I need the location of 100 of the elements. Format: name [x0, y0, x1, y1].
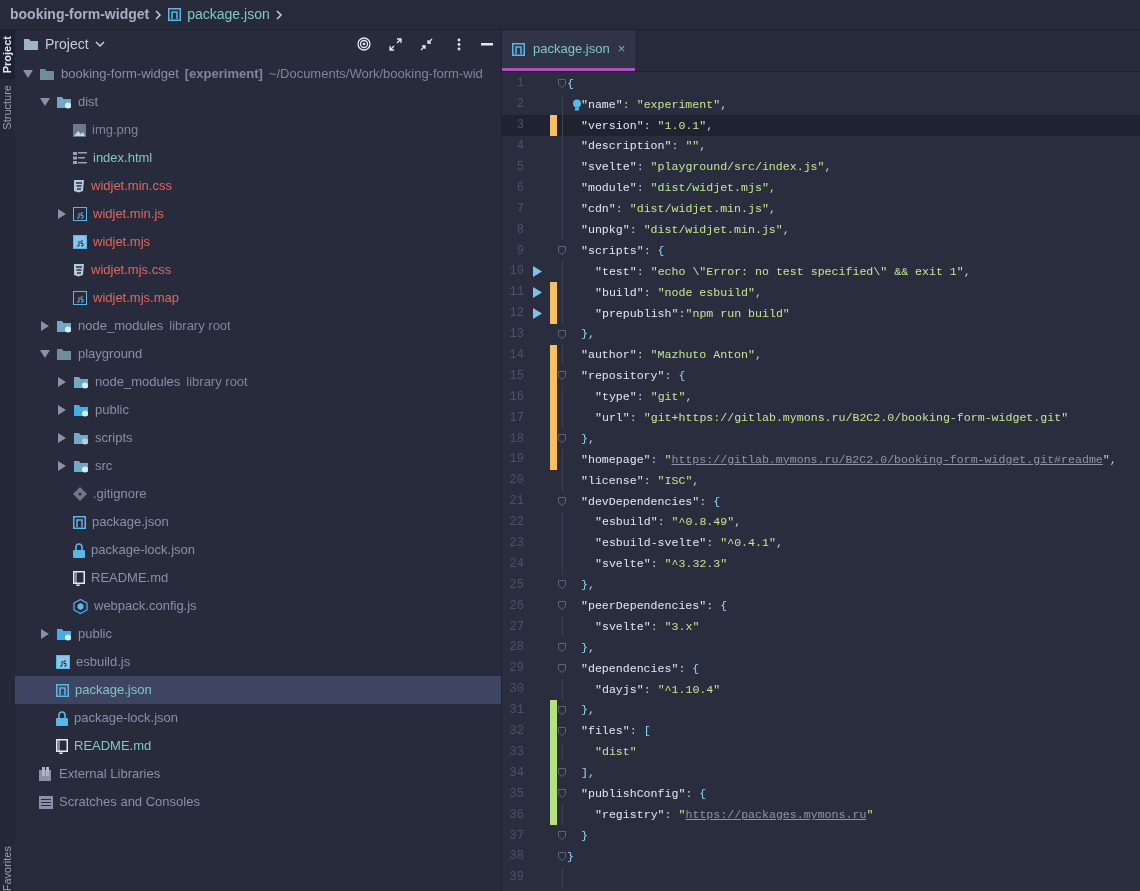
- fold-icon[interactable]: [558, 643, 566, 652]
- minimize-icon[interactable]: [481, 42, 493, 46]
- expand-arrow-icon[interactable]: [40, 321, 50, 331]
- tree-item[interactable]: booking-form-widget [experiment] ~/Documents/Work/booking-form-wid: [15, 60, 501, 88]
- code-line: "esbuild-svelte": "^0.4.1",: [595, 535, 783, 552]
- tree-item[interactable]: esbuild.js: [15, 648, 501, 676]
- file-name: package.json: [92, 513, 169, 532]
- tree-item[interactable]: img.png: [15, 116, 501, 144]
- side-tab[interactable]: Structure: [0, 79, 15, 136]
- tree-item[interactable]: External Libraries: [15, 760, 501, 788]
- tree-item[interactable]: src: [15, 452, 501, 480]
- tree-item[interactable]: webpack.config.js: [15, 592, 501, 620]
- run-icon[interactable]: [532, 286, 542, 298]
- expand-icon[interactable]: [389, 37, 402, 51]
- tree-item[interactable]: package.json: [15, 676, 501, 704]
- expand-arrow-icon[interactable]: [40, 349, 50, 359]
- list-icon: [39, 795, 53, 809]
- folder-icon: [39, 67, 55, 81]
- fold-icon[interactable]: [558, 329, 566, 339]
- expand-arrow-icon[interactable]: [57, 405, 67, 415]
- editor-tab[interactable]: package.json ×: [502, 30, 636, 71]
- tree-item[interactable]: widjet.mjs.map: [15, 284, 501, 312]
- code-line: "url": "git+https://gitlab.mymons.ru/B2C2.0/booking-form-widget.git": [595, 410, 1069, 426]
- tree-item[interactable]: scripts: [15, 424, 501, 452]
- expand-arrow-icon[interactable]: [57, 461, 67, 471]
- tree-item[interactable]: package.json: [15, 508, 501, 536]
- close-button[interactable]: ×: [617, 39, 626, 59]
- file-name: widjet.min.js: [93, 205, 164, 224]
- fold-icon[interactable]: [558, 246, 566, 256]
- code-line: },: [581, 639, 595, 656]
- tree-item[interactable]: node_modules library root: [15, 312, 501, 340]
- tree-item[interactable]: README.md: [15, 732, 501, 760]
- tree-item[interactable]: README.md: [15, 564, 501, 592]
- fold-icon[interactable]: [558, 768, 566, 778]
- chevron-right-icon: [155, 9, 163, 20]
- chevron-right-icon: [275, 9, 283, 20]
- expand-arrow-icon[interactable]: [23, 69, 33, 79]
- code-line: "unpkg": "dist/widjet.min.js",: [581, 222, 790, 238]
- code-line: {: [567, 75, 574, 92]
- fold-icon[interactable]: [558, 789, 566, 799]
- file-name: node_modules: [78, 317, 164, 336]
- fold-icon[interactable]: [558, 496, 566, 506]
- target-icon[interactable]: [357, 37, 371, 51]
- tree-item[interactable]: package-lock.json: [15, 704, 501, 732]
- expand-arrow-icon[interactable]: [57, 377, 67, 387]
- panel-title[interactable]: Project: [45, 33, 89, 55]
- tree-item[interactable]: .gitignore: [15, 480, 501, 508]
- package-icon: [512, 42, 525, 56]
- tree-item[interactable]: dist: [15, 88, 501, 116]
- folder-icon: [73, 459, 89, 473]
- collapse-icon[interactable]: [420, 37, 433, 51]
- file-name: README.md: [91, 569, 169, 588]
- tree-item[interactable]: index.html: [15, 144, 501, 172]
- tree-item[interactable]: widjet.min.css: [15, 172, 501, 200]
- tree-item[interactable]: package-lock.json: [15, 536, 501, 564]
- fold-icon[interactable]: [558, 371, 566, 381]
- code-line: "homepage": "https://gitlab.mymons.ru/B2C2.0/booking-form-widget.git#readme",: [581, 451, 1117, 468]
- tree-item[interactable]: Scratches and Consoles: [15, 788, 501, 816]
- fold-icon[interactable]: [558, 705, 566, 715]
- tree-item[interactable]: widjet.mjs.css: [15, 256, 501, 284]
- fold-icon[interactable]: [558, 601, 566, 611]
- expand-arrow-icon[interactable]: [57, 209, 67, 219]
- run-icon[interactable]: [532, 265, 542, 277]
- file-name: src: [95, 457, 113, 476]
- fold-icon[interactable]: [558, 580, 566, 590]
- chevron-down-icon[interactable]: [94, 40, 105, 48]
- cube-icon: [73, 598, 88, 614]
- side-tab[interactable]: Project: [0, 30, 15, 80]
- fold-icon[interactable]: [558, 831, 566, 840]
- fold-icon[interactable]: [558, 434, 566, 444]
- code-line: "prepublish":"npm run build": [595, 305, 790, 322]
- expand-arrow-icon[interactable]: [57, 433, 67, 443]
- code-line: },: [581, 430, 595, 447]
- tree-item[interactable]: public: [15, 396, 501, 424]
- file-name: package.json: [75, 681, 152, 700]
- fold-icon[interactable]: [558, 663, 566, 673]
- lightbulb-icon[interactable]: [572, 98, 582, 111]
- breadcrumb-item[interactable]: package.json: [187, 4, 270, 25]
- fold-icon[interactable]: [558, 851, 566, 861]
- tree-item[interactable]: widjet.min.js: [15, 200, 501, 228]
- tree-item[interactable]: node_modules library root: [15, 368, 501, 396]
- more-icon[interactable]: [457, 37, 461, 51]
- file-name: widjet.mjs.map: [93, 289, 179, 308]
- expand-arrow-icon[interactable]: [40, 629, 50, 639]
- tree-item[interactable]: playground: [15, 340, 501, 368]
- file-name: dist: [78, 93, 99, 112]
- tree-item[interactable]: widjet.mjs: [15, 228, 501, 256]
- code-line: "author": "Mazhuto Anton",: [581, 347, 762, 364]
- tree-item[interactable]: public: [15, 620, 501, 648]
- markup-file-icon: [73, 152, 87, 164]
- fold-icon[interactable]: [558, 78, 566, 88]
- expand-arrow-icon[interactable]: [40, 97, 50, 107]
- code-line: "files": [: [581, 723, 651, 740]
- breadcrumb-item[interactable]: booking-form-widget: [10, 4, 150, 25]
- tag-label: library root: [186, 373, 248, 392]
- run-icon[interactable]: [532, 307, 542, 319]
- js-file-icon: [73, 291, 87, 305]
- code-line: "repository": {: [581, 368, 686, 385]
- fold-icon[interactable]: [558, 726, 566, 736]
- side-tab[interactable]: Favorites: [0, 839, 16, 891]
